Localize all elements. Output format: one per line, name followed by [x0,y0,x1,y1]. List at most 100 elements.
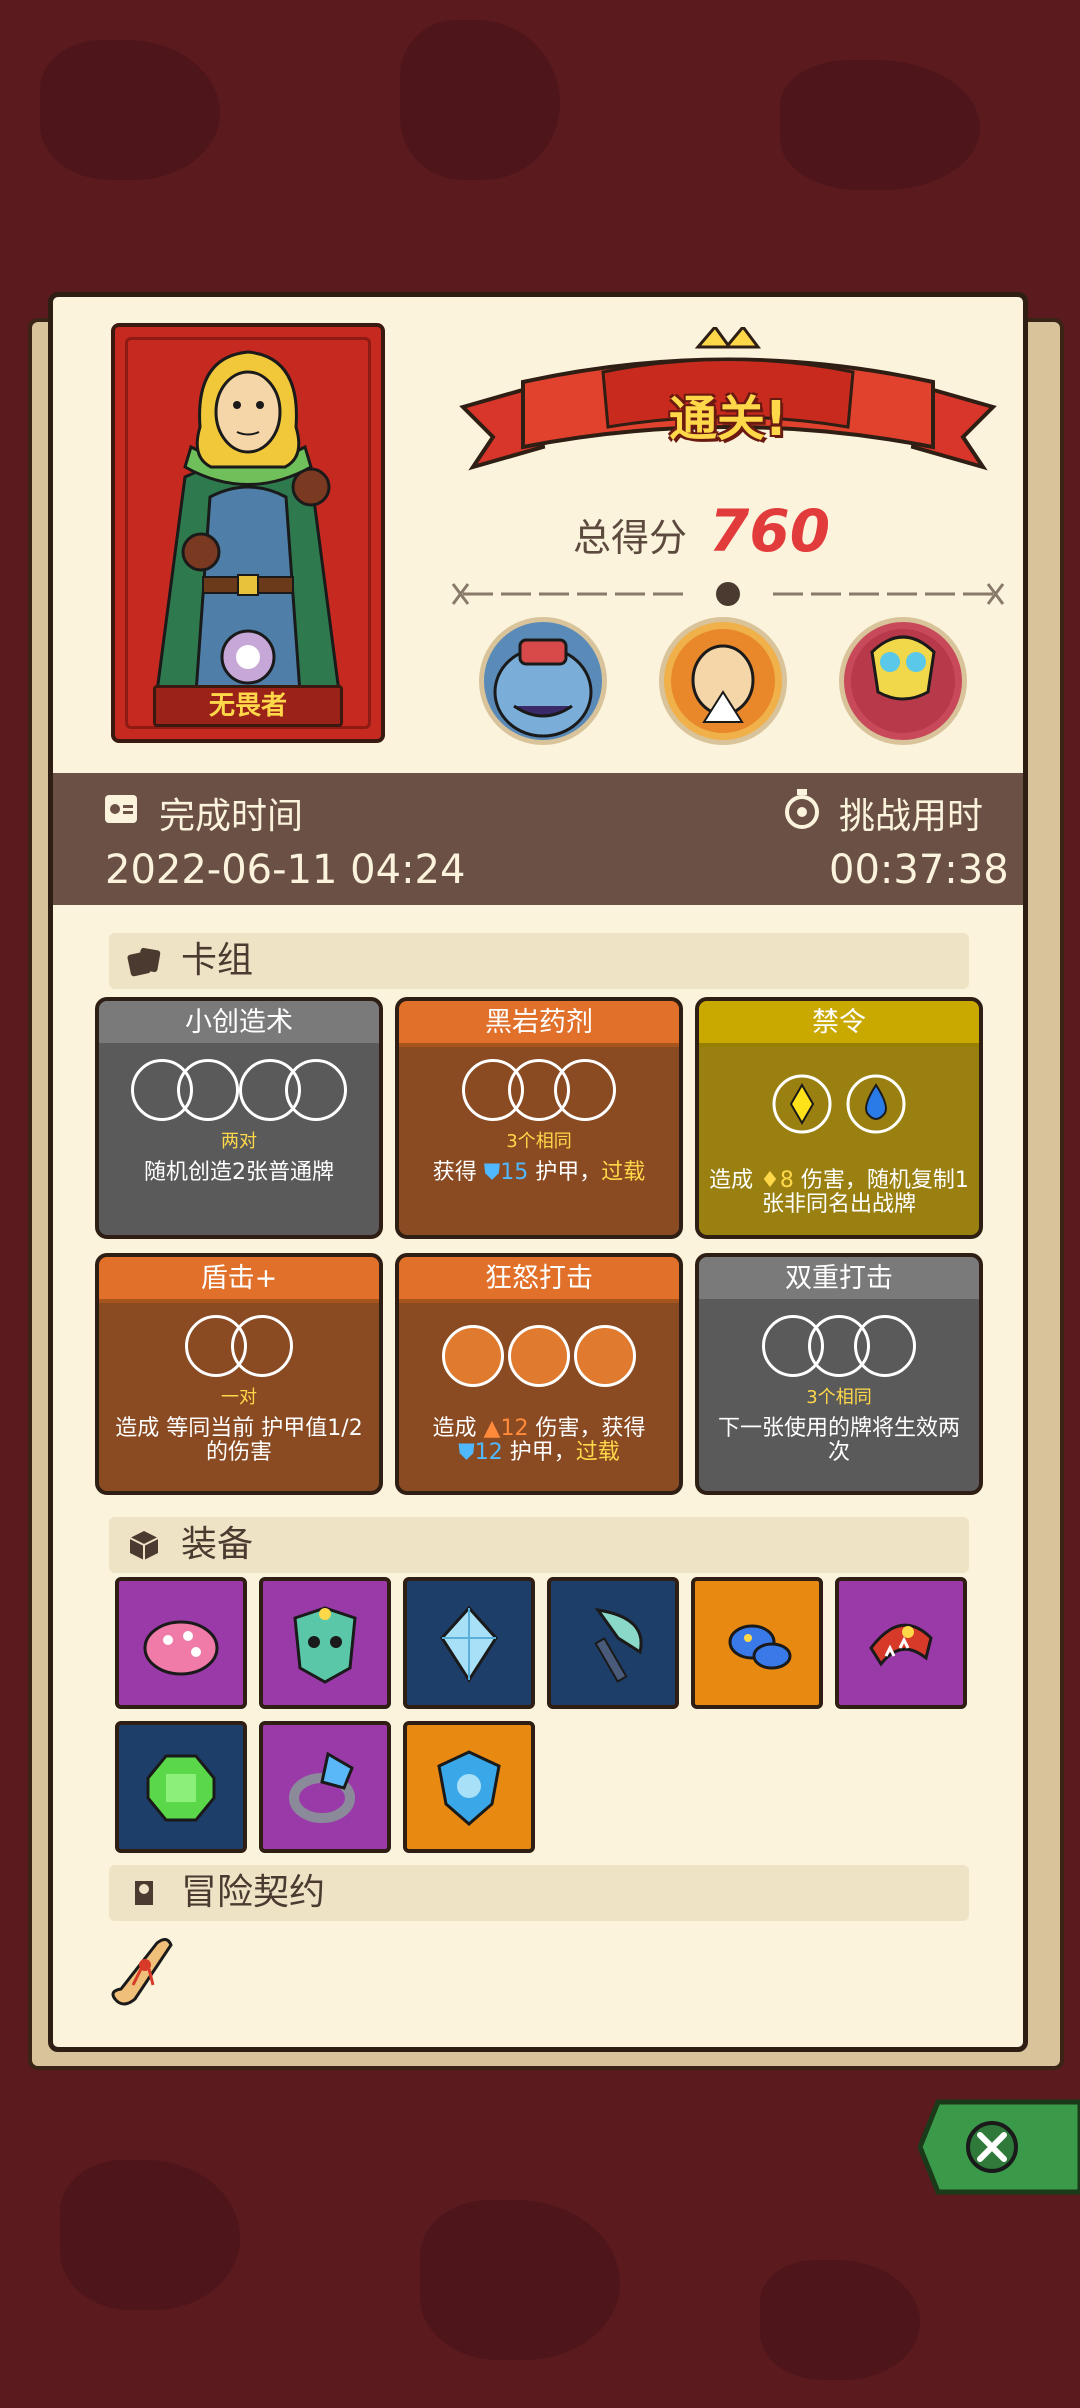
dice-slots [99,1059,379,1121]
lightning-element-icon [772,1074,832,1134]
equipment-item-crystal[interactable] [403,1577,535,1709]
equipment-item-axe[interactable] [547,1577,679,1709]
score-label: 总得分 [573,516,688,560]
equipment-item-blue-mushroom[interactable] [691,1577,823,1709]
challenge-time-value: 00:37:38 [829,847,1009,893]
complete-time-label: 完成时间 [159,796,304,837]
cards-icon [127,947,161,977]
score-row: 总得分 760 [573,497,913,565]
shield-charm-icon [437,1750,501,1826]
card-title: 黑岩药剂 [399,1001,679,1047]
card-black-rock-potion[interactable]: 黑岩药剂 3个相同 获得 ⛊15 护甲，过载 [395,997,683,1239]
dice-slots [399,1059,679,1121]
water-element-icon [846,1074,906,1134]
close-button[interactable] [918,2098,1080,2196]
mushroom-icon [143,1620,219,1676]
time-info: 完成时间 2022-06-11 04:24 挑战用时 00:37:38 [53,773,1023,905]
dice-slot [554,1059,616,1121]
complete-time-value: 2022-06-11 04:24 [105,847,466,893]
contract-section-header: 冒险契约 [109,1865,969,1921]
skull-demon-icon [851,629,955,733]
boss-divider [451,582,1005,606]
hero-portrait: 无畏者 [111,323,385,743]
dice-slot [231,1315,293,1377]
card-title: 盾击+ [99,1257,379,1303]
equipment-section-header: 装备 [109,1517,969,1573]
fish-monster-icon [493,638,593,738]
equipment-item-shield-charm[interactable] [403,1721,535,1853]
equipment-item-mushroom[interactable] [115,1577,247,1709]
monster-bracelet-icon [869,1623,933,1667]
bg-decoration [760,2260,920,2380]
dice-slot [285,1059,347,1121]
shield-icon: ⛊ [458,1440,475,1465]
card-small-creation[interactable]: 小创造术 两对 随机创造2张普通牌 [95,997,383,1239]
cube-icon [129,1531,159,1560]
challenge-time-label: 挑战用时 [839,796,984,837]
score-value: 760 [709,497,831,565]
card-condition: 一对 [221,1387,257,1408]
victory-banner: 通关! [453,324,1003,497]
lion-warrior-icon [671,629,775,733]
equipment-item-diamond-ring[interactable] [259,1721,391,1853]
banner-title: 通关! [669,391,787,447]
contract-icon [135,1881,153,1905]
bg-decoration [40,40,220,180]
blue-mushroom-icon [728,1624,792,1670]
calendar-icon [105,795,137,823]
equipment-item-emerald[interactable] [115,1721,247,1853]
bg-decoration [780,60,980,190]
shield-icon: ⛊ [483,1160,501,1185]
dice-slots [399,1325,679,1387]
card-prohibition[interactable]: 禁令 造成 ♦8 伤害，随机复制1张非同名出战牌 [695,997,983,1239]
boss-portrait-lion [659,617,787,745]
boss-portrait-skull [839,617,967,745]
dice-slots [699,1315,979,1377]
card-condition: 两对 [221,1131,257,1152]
contract-header-label: 冒险契约 [181,1872,326,1913]
card-title: 禁令 [699,1001,979,1047]
fire-dice-slot [508,1325,570,1387]
card-description: 造成 等同当前 护甲值1/2的伤害 [115,1416,363,1465]
boss-portrait-fish [479,617,607,745]
stopwatch-icon [785,789,819,829]
bg-decoration [60,2160,240,2310]
fire-icon: ▲ [483,1416,501,1441]
card-description: 获得 ⛊15 护甲，过载 [432,1160,646,1185]
lightning-icon: ♦ [760,1168,780,1193]
scroll-icon[interactable] [101,1929,177,2011]
crystal-gem-icon [440,1605,498,1683]
dice-slot [177,1059,239,1121]
card-rage-strike[interactable]: 狂怒打击 造成 ▲12 伤害，获得 ⛊12 护甲，过载 [395,1253,683,1495]
card-shield-bash-plus[interactable]: 盾击+ 一对 造成 等同当前 护甲值1/2的伤害 [95,1253,383,1495]
card-description: 造成 ♦8 伤害，随机复制1张非同名出战牌 [709,1168,969,1217]
card-condition: 3个相同 [806,1387,872,1408]
card-condition: 3个相同 [506,1131,572,1152]
deck-section-header: 卡组 [109,933,969,989]
card-title: 小创造术 [99,1001,379,1047]
result-panel: 无畏者 通关! 总得分 760 完成时间 2022-06-11 04:24 挑战… [48,292,1028,2052]
axe-icon [594,1607,643,1683]
emerald-icon [146,1754,216,1822]
equipment-item-demon-mask[interactable] [259,1577,391,1709]
dice-slot [854,1315,916,1377]
element-slots [699,1073,979,1135]
card-description: 下一张使用的牌将生效两次 [717,1416,960,1465]
card-description: 随机创造2张普通牌 [144,1160,334,1185]
card-double-strike[interactable]: 双重打击 3个相同 下一张使用的牌将生效两次 [695,1253,983,1495]
fire-dice-slot [574,1325,636,1387]
bg-decoration [420,2200,620,2360]
fire-dice-slot [442,1325,504,1387]
demon-mask-icon [293,1606,357,1684]
deck-header-label: 卡组 [181,940,254,981]
hero-name: 无畏者 [153,685,343,727]
hero-illustration-icon [153,350,343,709]
diamond-ring-icon [289,1751,355,1823]
card-description: 造成 ▲12 伤害，获得 ⛊12 护甲，过载 [432,1416,646,1465]
equipment-item-monster-bracelet[interactable] [835,1577,967,1709]
equipment-header-label: 装备 [181,1524,254,1565]
dice-slots [99,1315,379,1377]
bg-decoration [400,20,560,180]
card-title: 双重打击 [699,1257,979,1303]
card-title: 狂怒打击 [399,1257,679,1303]
